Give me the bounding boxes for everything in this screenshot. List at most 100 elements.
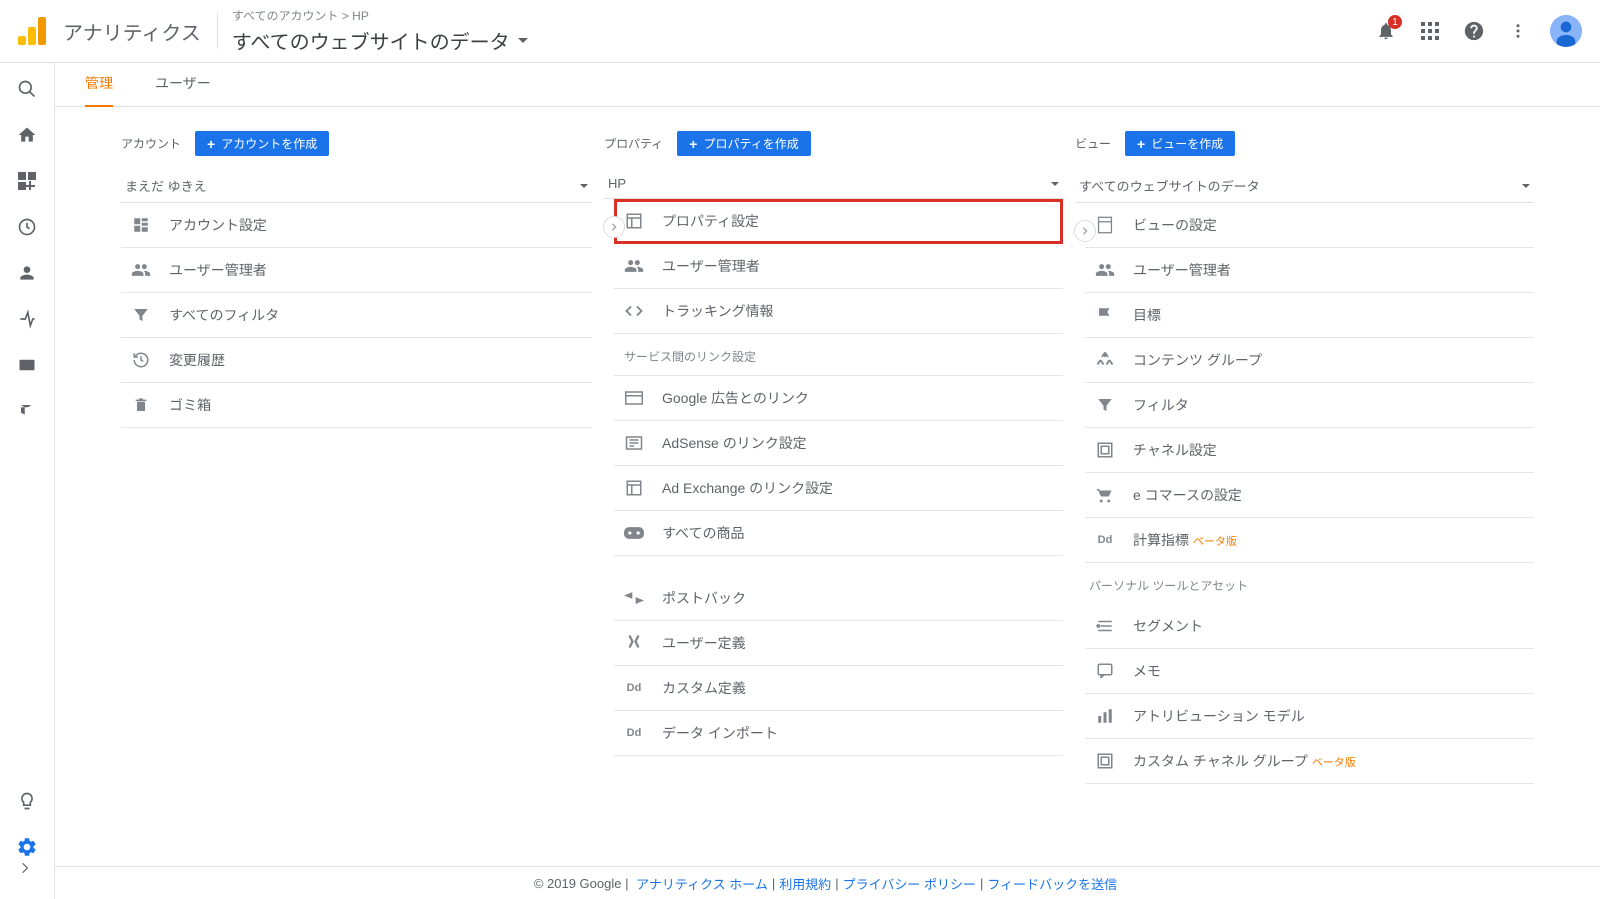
expand-sidebar-button[interactable] xyxy=(18,861,32,875)
menu-item[interactable]: ビューの設定 xyxy=(1085,203,1534,248)
acquisition-icon[interactable] xyxy=(15,307,39,331)
menu-item[interactable]: 変更履歴 xyxy=(121,338,592,383)
search-icon[interactable] xyxy=(15,77,39,101)
transfer-view-button[interactable] xyxy=(1074,220,1096,242)
breadcrumb: すべてのアカウント > HP xyxy=(232,7,1374,24)
section-label: パーソナル ツールとアセット xyxy=(1085,563,1534,604)
create-account-button[interactable]: +アカウントを作成 xyxy=(195,131,329,156)
apps-icon[interactable] xyxy=(1418,19,1442,43)
menu-item[interactable]: ゴミ箱 xyxy=(121,383,592,428)
customization-icon[interactable] xyxy=(15,169,39,193)
create-view-button[interactable]: +ビューを作成 xyxy=(1125,131,1235,156)
property-settings-icon xyxy=(624,212,644,230)
menu-item[interactable]: メモ xyxy=(1085,649,1534,694)
menu-item[interactable]: Ddデータ インポート xyxy=(614,711,1063,756)
discover-icon[interactable] xyxy=(15,789,39,813)
filter-icon xyxy=(131,306,151,324)
segment-icon xyxy=(1095,617,1115,635)
menu-item[interactable]: 目標 xyxy=(1085,293,1534,338)
menu-item[interactable]: トラッキング情報 xyxy=(614,289,1063,334)
view-settings-icon xyxy=(1095,216,1115,234)
menu-item[interactable]: カスタム チャネル グループベータ版 xyxy=(1085,739,1534,784)
menu-item-label: ビューの設定 xyxy=(1133,215,1217,235)
audience-icon[interactable] xyxy=(15,261,39,285)
menu-item[interactable]: セグメント xyxy=(1085,604,1534,649)
menu-item[interactable]: アカウント設定 xyxy=(121,203,592,248)
property-selector[interactable]: すべてのアカウント > HP すべてのウェブサイトのデータ xyxy=(232,7,1374,55)
menu-item[interactable]: ユーザー管理者 xyxy=(121,248,592,293)
people-icon xyxy=(131,260,151,280)
menu-item-label: 計算指標ベータ版 xyxy=(1133,530,1237,550)
menu-item[interactable]: Ad Exchange のリンク設定 xyxy=(614,466,1063,511)
tab-user[interactable]: ユーザー xyxy=(155,73,211,108)
menu-item[interactable]: ユーザー管理者 xyxy=(1085,248,1534,293)
menu-item[interactable]: Dd 計算指標ベータ版 xyxy=(1085,518,1534,563)
view-column: ビュー +ビューを作成 すべてのウェブサイトのデータ ビューの設定ユーザー管理者… xyxy=(1063,131,1534,899)
menu-item[interactable]: アトリビューション モデル xyxy=(1085,694,1534,739)
dd-icon: Dd xyxy=(624,682,644,694)
conversions-icon[interactable] xyxy=(15,399,39,423)
footer-link[interactable]: フィードバックを送信 xyxy=(987,874,1117,893)
more-icon[interactable] xyxy=(1506,19,1530,43)
dd-icon: Dd xyxy=(1095,534,1115,546)
dd-icon: Dd xyxy=(624,727,644,739)
menu-item[interactable]: e コマースの設定 xyxy=(1085,473,1534,518)
adx-icon xyxy=(624,479,644,497)
menu-item-label: ユーザー管理者 xyxy=(1133,260,1231,280)
menu-item[interactable]: Dd カスタム定義 xyxy=(614,666,1063,711)
help-icon[interactable] xyxy=(1462,19,1486,43)
menu-item[interactable]: すべてのフィルタ xyxy=(121,293,592,338)
app-title: アナリティクス xyxy=(63,17,201,46)
create-property-button[interactable]: +プロパティを作成 xyxy=(677,131,810,156)
tab-admin[interactable]: 管理 xyxy=(85,73,113,108)
menu-item-label: 変更履歴 xyxy=(169,350,225,370)
property-selector[interactable]: HP xyxy=(604,170,1063,199)
menu-item-label: ユーザー定義 xyxy=(662,633,746,653)
menu-item-label: e コマースの設定 xyxy=(1133,485,1242,505)
postback-icon xyxy=(624,590,644,606)
menu-item[interactable]: ポストバック xyxy=(614,576,1063,621)
realtime-icon[interactable] xyxy=(15,215,39,239)
menu-item-label: ポストバック xyxy=(662,588,746,608)
footer-link[interactable]: プライバシー ポリシー xyxy=(843,874,976,893)
admin-icon[interactable] xyxy=(15,835,39,859)
menu-item[interactable]: フィルタ xyxy=(1085,383,1534,428)
chevron-down-icon xyxy=(1051,182,1059,186)
view-column-label: ビュー xyxy=(1075,135,1111,152)
behavior-icon[interactable] xyxy=(15,353,39,377)
menu-item-label: ゴミ箱 xyxy=(169,395,211,415)
account-settings-icon xyxy=(131,216,151,234)
menu-item-label: カスタム定義 xyxy=(662,678,746,698)
menu-item[interactable]: すべての商品 xyxy=(614,511,1063,556)
transfer-property-button[interactable] xyxy=(603,216,625,238)
flag-icon xyxy=(1095,306,1115,324)
view-selector[interactable]: すべてのウェブサイトのデータ xyxy=(1075,170,1534,203)
account-column: アカウント +アカウントを作成 まえだ ゆきえ アカウント設定ユーザー管理者すべ… xyxy=(121,131,592,899)
menu-item-label: アトリビューション モデル xyxy=(1133,706,1305,726)
people-icon xyxy=(1095,260,1115,280)
view-title: すべてのウェブサイトのデータ xyxy=(232,26,510,55)
menu-item[interactable]: コンテンツ グループ xyxy=(1085,338,1534,383)
notifications-icon[interactable]: 1 xyxy=(1374,19,1398,43)
menu-item[interactable]: ユーザー定義 xyxy=(614,621,1063,666)
menu-item[interactable]: Google 広告とのリンク xyxy=(614,376,1063,421)
menu-item-label: すべての商品 xyxy=(662,523,744,543)
account-selector[interactable]: まえだ ゆきえ xyxy=(121,170,592,203)
footer-link[interactable]: 利用規約 xyxy=(779,874,831,893)
chevron-down-icon xyxy=(580,184,588,188)
attribution-icon xyxy=(1095,707,1115,725)
footer: © 2019 Google | アナリティクス ホーム| 利用規約| プライバシ… xyxy=(55,866,1600,899)
menu-item[interactable]: AdSense のリンク設定 xyxy=(614,421,1063,466)
menu-item[interactable]: チャネル設定 xyxy=(1085,428,1534,473)
section-label: サービス間のリンク設定 xyxy=(614,334,1063,376)
menu-item-label: コンテンツ グループ xyxy=(1133,350,1262,370)
footer-link[interactable]: アナリティクス ホーム xyxy=(636,874,768,893)
menu-item[interactable]: ユーザー管理者 xyxy=(614,244,1063,289)
menu-item-label: メモ xyxy=(1133,661,1161,681)
menu-item-label: チャネル設定 xyxy=(1133,440,1217,460)
user-avatar[interactable] xyxy=(1550,15,1582,47)
menu-item-label: AdSense のリンク設定 xyxy=(662,433,807,453)
home-icon[interactable] xyxy=(15,123,39,147)
menu-item-label: 目標 xyxy=(1133,305,1161,325)
menu-item[interactable]: プロパティ設定 xyxy=(614,199,1063,244)
